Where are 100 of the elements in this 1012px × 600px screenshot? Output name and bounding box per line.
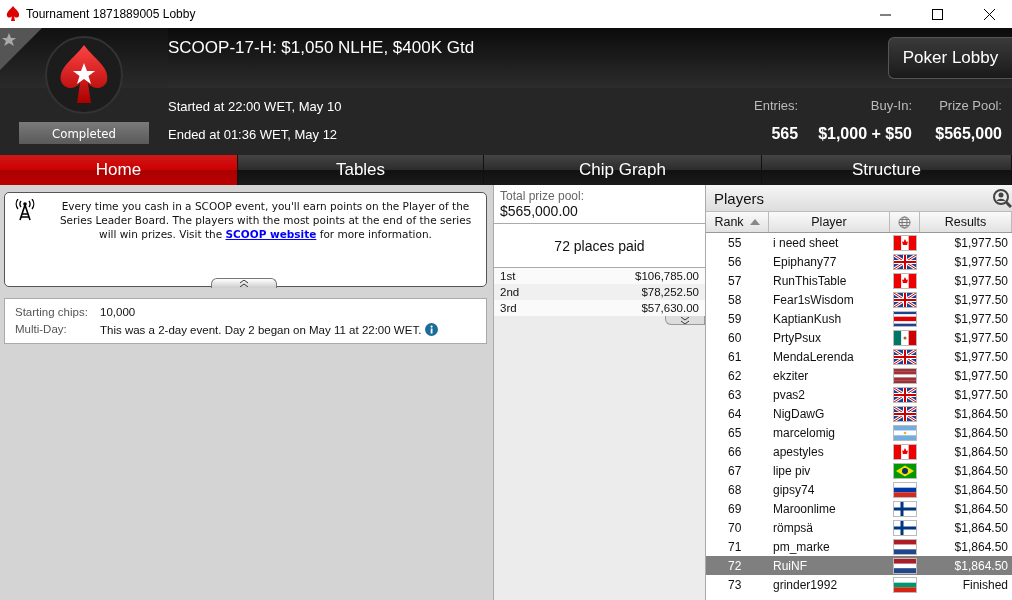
- results-column-header[interactable]: Results: [920, 212, 1012, 232]
- player-cell-text: RunThisTable: [772, 273, 848, 288]
- player-cell-text: ekziter: [772, 368, 810, 383]
- info-value: 10,000: [100, 306, 136, 318]
- rank-cell-text: 69: [727, 501, 743, 516]
- close-icon: [983, 8, 995, 20]
- result-cell-text: $1,977.50: [953, 273, 1009, 288]
- stat-value: 565: [771, 125, 799, 143]
- rank-cell-text: 62: [727, 368, 743, 383]
- rank-cell-text: 64: [727, 406, 743, 421]
- rank-cell-text: 57: [727, 273, 743, 288]
- rank-cell-text: 61: [727, 349, 743, 364]
- spade-logo-icon: [58, 45, 110, 105]
- rank-cell-text: 58: [727, 292, 743, 307]
- result-cell-text: $1,977.50: [953, 311, 1009, 326]
- info-value: This was a 2-day event. Day 2 began on May 11 at 22:00 WET.: [100, 323, 422, 336]
- result-cell-text: $1,864.50: [953, 444, 1009, 459]
- rank-cell-text: 63: [727, 387, 743, 402]
- player-column-header[interactable]: Player: [769, 212, 890, 232]
- stat-value: $565,000: [935, 125, 1002, 143]
- result-cell-text: $1,864.50: [953, 539, 1009, 554]
- start-time: Started at 22:00 WET, May 10: [168, 98, 343, 114]
- rank-column-header[interactable]: Rank: [706, 212, 769, 232]
- window-title: Tournament 1871889005 Lobby: [26, 7, 197, 21]
- payout-amount: $106,785.00: [635, 270, 699, 282]
- result-cell-text: $1,977.50: [953, 387, 1009, 402]
- player-cell-text: i need sheet: [772, 235, 840, 250]
- sort-up-icon: [749, 219, 760, 225]
- chevrons-up-icon: [239, 280, 249, 287]
- tournament-title: SCOOP-17-H: $1,050 NLHE, $400K Gtd: [168, 38, 475, 58]
- player-cell-text: lipe piv: [772, 463, 812, 478]
- result-cell-text: $1,864.50: [953, 463, 1009, 478]
- rank-cell-text: 55: [727, 235, 743, 250]
- player-cell-text: NigDawG: [772, 406, 826, 421]
- player-cell-text: PrtyPsux: [772, 330, 822, 345]
- player-cell-text: RuiNF: [772, 558, 808, 573]
- rank-cell-text: 70: [727, 520, 743, 535]
- result-cell-text: $1,977.50: [953, 254, 1009, 269]
- player-row[interactable]: 72 RuiNF $1,864.50: [706, 556, 1012, 575]
- rank-cell-text: 67: [727, 463, 743, 478]
- prize-pool-label: Total prize pool:: [500, 189, 586, 203]
- result-cell-text: $1,864.50: [953, 558, 1009, 573]
- player-cell-text: Maroonlime: [772, 501, 837, 516]
- player-cell-text: pvas2: [772, 387, 807, 402]
- player-cell-text: grinder1992: [772, 577, 839, 592]
- globe-icon[interactable]: [898, 215, 911, 229]
- player-cell-text: MendaLerenda: [772, 349, 855, 364]
- result-cell-text: $1,864.50: [953, 425, 1009, 440]
- stat-label: Entries:: [754, 98, 799, 113]
- result-cell-text: $1,977.50: [953, 349, 1009, 364]
- player-cell-text: römpsä: [772, 520, 814, 535]
- rank-cell-text: 72: [727, 558, 743, 573]
- result-cell-text: $1,864.50: [953, 501, 1009, 516]
- result-cell-text: Finished: [961, 577, 1009, 592]
- tab[interactable]: Tables: [238, 155, 484, 185]
- payout-place: 1st: [500, 270, 516, 282]
- poker-lobby-button[interactable]: Poker Lobby: [888, 37, 1012, 79]
- collapse-button[interactable]: [211, 278, 277, 288]
- chevrons-down-icon: [680, 316, 690, 324]
- maximize-icon: [931, 8, 943, 20]
- tab[interactable]: Home: [0, 155, 238, 185]
- expand-button[interactable]: [665, 316, 705, 325]
- player-cell-text: marcelomig: [772, 425, 836, 440]
- prize-pool-value: $565,000.00: [500, 203, 579, 219]
- player-cell-text: Fear1sWisdom: [772, 292, 855, 307]
- rank-cell-text: 56: [727, 254, 743, 269]
- rank-cell-text: 71: [727, 539, 743, 554]
- result-cell-text: $1,864.50: [953, 482, 1009, 497]
- result-cell-text: $1,864.50: [953, 406, 1009, 421]
- payout-place: 2nd: [500, 286, 520, 298]
- info-label: Multi-Day:: [15, 323, 68, 336]
- rank-cell-text: 68: [727, 482, 743, 497]
- player-cell-text: pm_marke: [772, 539, 831, 554]
- stat-label: Prize Pool:: [939, 98, 1002, 113]
- favorite-star-icon[interactable]: [0, 28, 42, 70]
- players-title: Players: [714, 189, 765, 207]
- result-cell-text: $1,864.50: [953, 520, 1009, 535]
- result-cell-text: $1,977.50: [953, 292, 1009, 307]
- player-cell-text: apestyles: [772, 444, 825, 459]
- search-player-icon[interactable]: [990, 188, 1012, 208]
- scoop-website-link[interactable]: SCOOP website: [225, 228, 317, 240]
- info-icon[interactable]: [425, 323, 439, 336]
- player-cell-text: KaptianKush: [772, 311, 843, 326]
- stat-label: Buy-In:: [870, 98, 912, 113]
- info-label: Starting chips:: [15, 306, 89, 318]
- result-cell-text: $1,977.50: [953, 235, 1009, 250]
- tab[interactable]: Structure: [762, 155, 1012, 185]
- rank-cell-text: 59: [727, 311, 743, 326]
- notice-text: Every time you cash in a SCOOP event, you'll earn points on the Player of the Series Leader Board. The players with the most points at the end of the series will win prizes. Visit the SCOOP website for more information.: [58, 199, 473, 242]
- spade-logo-icon: [6, 6, 20, 22]
- payout-amount: $57,630.00: [641, 302, 699, 314]
- result-cell-text: $1,977.50: [953, 368, 1009, 383]
- stat-value: $1,000 + $50: [818, 125, 912, 143]
- status-label: Completed: [19, 122, 149, 144]
- player-cell-text: Epiphany77: [772, 254, 838, 269]
- rank-cell-text: 65: [727, 425, 743, 440]
- rank-cell-text: 60: [727, 330, 743, 345]
- end-time: Ended at 01:36 WET, May 12: [168, 127, 339, 143]
- rank-cell-text: 66: [727, 444, 743, 459]
- tab[interactable]: Chip Graph: [484, 155, 762, 185]
